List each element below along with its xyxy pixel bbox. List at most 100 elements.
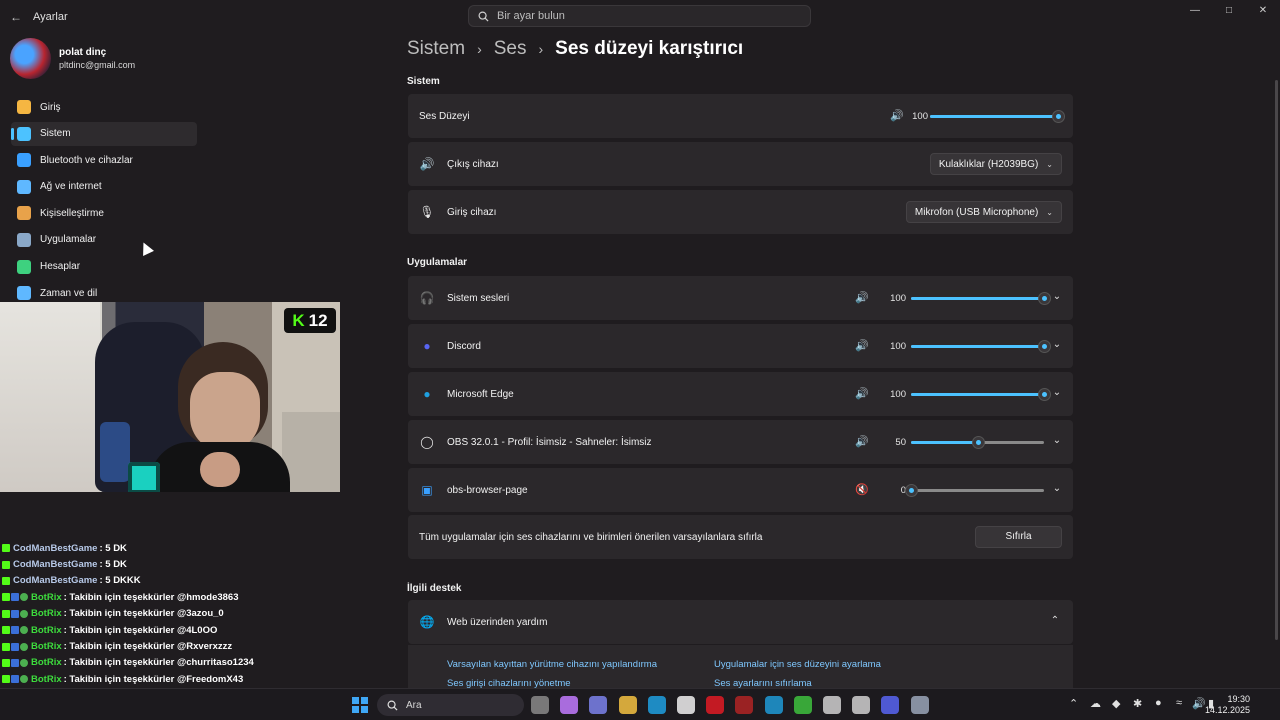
chevron-right-icon: › xyxy=(477,41,482,57)
chat-badges xyxy=(2,675,28,684)
taskbar-search[interactable]: Ara xyxy=(377,694,524,716)
store-icon[interactable] xyxy=(677,696,695,714)
input-device-card[interactable]: 🎙 Giriş cihazı Mikrofon (USB Microphone)… xyxy=(408,190,1073,234)
input-device-select[interactable]: Mikrofon (USB Microphone) ⌄ xyxy=(905,201,1062,223)
sidebar-item-4[interactable]: Ağ ve internet xyxy=(11,175,197,199)
search-box[interactable]: Bir ayar bulun xyxy=(468,5,811,27)
slider-thumb[interactable] xyxy=(971,436,985,449)
copilot-icon[interactable] xyxy=(560,696,579,714)
app-volume-value: 100 xyxy=(890,341,906,352)
chevron-right-icon: › xyxy=(538,41,544,57)
edge-icon[interactable] xyxy=(647,696,666,714)
kick-badge-icon xyxy=(2,658,10,667)
output-device-select[interactable]: Kulaklıklar (H2039BG) ⌄ xyxy=(929,153,1062,175)
folder-icon[interactable] xyxy=(618,696,637,714)
maximize-icon[interactable]: □ xyxy=(1212,0,1246,22)
sidebar-item-1[interactable]: Giriş xyxy=(11,95,197,119)
speaker-icon[interactable]: 🔊 xyxy=(890,109,904,122)
speaker-icon[interactable]: 🔊 xyxy=(855,339,869,352)
speaker-icon[interactable]: 🔊 xyxy=(855,387,869,400)
output-device-card[interactable]: 🔊 Çıkış cihazı Kulaklıklar (H2039BG) ⌄ xyxy=(408,142,1073,186)
app-volume-slider[interactable] xyxy=(911,292,1051,305)
bot-badge-icon xyxy=(11,658,19,667)
app-volume-slider[interactable] xyxy=(911,340,1051,353)
chevron-down-icon[interactable]: ⌄ xyxy=(1050,339,1064,350)
chevron-down-icon[interactable]: ⌄ xyxy=(1050,387,1064,398)
streamer-face xyxy=(190,372,260,452)
app-volume-card: ● Discord 🔊 100 ⌄ xyxy=(408,324,1073,368)
slider-thumb[interactable] xyxy=(1052,110,1065,123)
tray-app-icon[interactable]: ☁ xyxy=(1090,697,1101,710)
app-name: obs-browser-page xyxy=(447,484,528,496)
breadcrumb-ses[interactable]: Ses xyxy=(494,38,527,60)
wifi-icon[interactable]: ≈ xyxy=(1176,697,1182,709)
support-link[interactable]: Varsayılan kayıttan yürütme cihazını yap… xyxy=(447,659,657,670)
sidebar-item-5[interactable]: Kişiselleştirme xyxy=(11,201,197,225)
sidebar-item-2[interactable]: Sistem xyxy=(11,121,197,146)
bot-badge-icon xyxy=(11,675,19,684)
speaker-muted-icon[interactable]: 🔇 xyxy=(855,483,869,496)
obs-icon[interactable] xyxy=(852,696,871,714)
teams-icon[interactable] xyxy=(589,696,608,714)
chevron-down-icon[interactable]: ⌄ xyxy=(1050,291,1064,302)
close-icon[interactable]: ✕ xyxy=(1246,0,1280,22)
webcam-shelf xyxy=(282,412,340,492)
settings-icon[interactable] xyxy=(910,696,929,714)
monitor-icon xyxy=(17,126,31,141)
chat-message: BotRix: Takibin için teşekkürler @hmode3… xyxy=(2,589,362,605)
support-link[interactable]: Uygulamalar için ses düzeyini ayarlama xyxy=(714,659,881,670)
chevron-up-icon[interactable]: ⌃ xyxy=(1069,697,1078,710)
web-help-card[interactable]: 🌐 Web üzerinden yardım ⌃ xyxy=(408,600,1073,644)
file-explorer-icon[interactable] xyxy=(531,696,549,714)
app-volume-slider[interactable] xyxy=(905,484,1044,497)
webcam-overlay: K 12 xyxy=(0,302,340,492)
bot-badge-icon xyxy=(11,642,19,651)
chat-username: BotRix xyxy=(31,641,62,653)
sidebar-item-6[interactable]: Uygulamalar xyxy=(11,228,197,252)
chat-username: BotRix xyxy=(31,657,62,669)
bluetooth-icon xyxy=(17,153,31,168)
skype-icon[interactable] xyxy=(764,696,783,714)
chat-text: : Takibin için teşekkürler @4L0OO xyxy=(63,624,218,636)
chat-username: BotRix xyxy=(31,624,62,636)
steam-icon[interactable] xyxy=(823,696,841,714)
user-profile[interactable]: polat dinç pltdinc@gmail.com xyxy=(10,38,135,79)
opera-icon[interactable] xyxy=(706,696,725,714)
master-volume-controls: 🔊 xyxy=(890,109,904,122)
discord-icon: ● xyxy=(423,339,431,353)
speaker-icon[interactable]: 🔊 xyxy=(1192,697,1206,710)
speaker-icon: 🔊 xyxy=(419,157,435,171)
slider-thumb[interactable] xyxy=(905,484,918,497)
chevron-up-icon[interactable]: ⌃ xyxy=(1048,615,1062,626)
edge-icon: ● xyxy=(423,387,431,401)
clock[interactable]: 19:30 14.12.2025 xyxy=(1205,694,1250,716)
avatar xyxy=(10,38,51,79)
app-volume-slider[interactable] xyxy=(911,436,1044,449)
xbox-icon[interactable] xyxy=(793,696,812,714)
chat-badges xyxy=(2,560,10,569)
discord-icon[interactable] xyxy=(881,696,900,714)
chat-text: : Takibin için teşekkürler @churritaso12… xyxy=(63,657,254,669)
master-volume-slider[interactable] xyxy=(930,110,1065,123)
search-input[interactable]: Bir ayar bulun xyxy=(497,10,565,22)
bluetooth-icon[interactable]: ✱ xyxy=(1133,697,1142,710)
chevron-down-icon[interactable]: ⌄ xyxy=(1050,483,1064,494)
slider-fill xyxy=(911,393,1044,396)
speaker-icon[interactable]: 🔊 xyxy=(855,291,869,304)
reset-button[interactable]: Sıfırla xyxy=(975,526,1062,548)
windows-start-icon[interactable] xyxy=(352,697,368,713)
microphone-icon[interactable]: ● xyxy=(1155,697,1162,709)
sidebar-item-7[interactable]: Hesaplar xyxy=(11,255,197,279)
input-device-value: Mikrofon (USB Microphone) xyxy=(914,206,1039,218)
breadcrumb-sistem[interactable]: Sistem xyxy=(407,38,465,60)
minimize-icon[interactable]: — xyxy=(1178,0,1212,22)
speaker-icon[interactable]: 🔊 xyxy=(855,435,869,448)
app-volume-slider[interactable] xyxy=(911,388,1051,401)
chevron-down-icon[interactable]: ⌄ xyxy=(1050,435,1064,446)
scrollbar[interactable] xyxy=(1275,80,1278,640)
app-icon[interactable] xyxy=(735,696,754,714)
sidebar-item-3[interactable]: Bluetooth ve cihazlar xyxy=(11,148,197,172)
sidebar-item-label: Bluetooth ve cihazlar xyxy=(40,154,133,166)
tray-app-icon[interactable]: ◆ xyxy=(1112,697,1120,710)
back-arrow-icon[interactable]: ← xyxy=(10,10,24,24)
